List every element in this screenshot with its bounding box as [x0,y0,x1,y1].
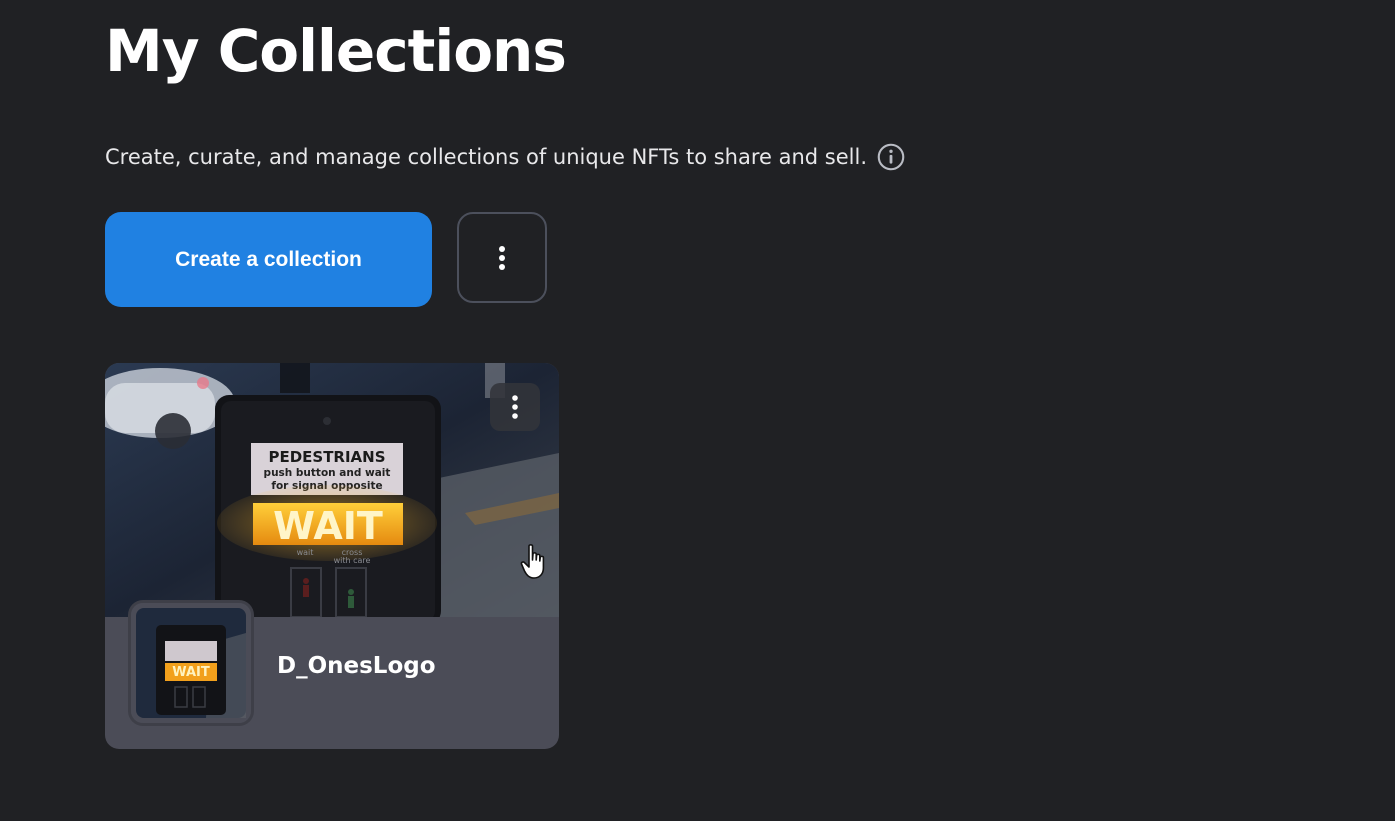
create-collection-button[interactable]: Create a collection [105,212,432,307]
info-icon[interactable] [877,143,905,171]
sign-line2: push button and wait [264,467,391,479]
subtitle-row: Create, curate, and manage collections o… [105,140,905,174]
collection-banner-image: PEDESTRIANS push button and wait for sig… [105,363,559,617]
card-options-button[interactable] [490,383,540,431]
collection-name[interactable]: D_OnesLogo [277,653,436,679]
collections-page: My Collections Create, curate, and manag… [0,0,1395,821]
vertical-dots-icon [512,395,518,419]
page-title: My Collections [105,17,567,85]
collection-logo-image: WAIT [131,603,251,723]
thumb-wait-text: WAIT [172,665,210,680]
vertical-dots-icon [499,245,505,270]
sign-wait-text: WAIT [273,504,383,548]
more-options-button[interactable] [457,212,547,303]
page-subtitle: Create, curate, and manage collections o… [105,145,867,169]
sign-line1: PEDESTRIANS [268,448,385,466]
collection-card[interactable]: PEDESTRIANS push button and wait for sig… [105,363,559,749]
sign-caption-care: with care [334,556,371,565]
sign-caption-wait: wait [297,548,314,557]
